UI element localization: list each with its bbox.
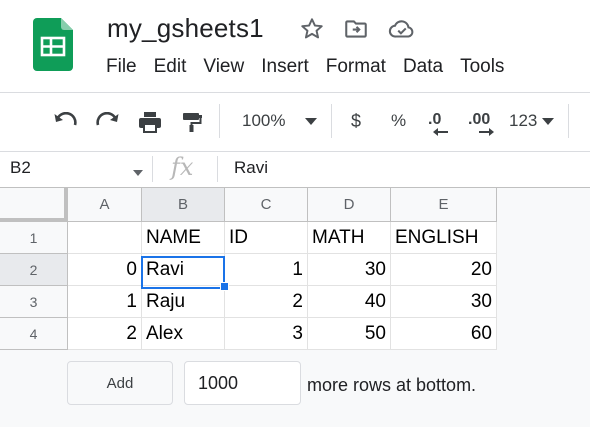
cell-d2[interactable]: 30 [308,254,391,286]
row-header-2[interactable]: 2 [0,254,68,286]
row-header-3[interactable]: 3 [0,286,68,318]
cell-a2[interactable]: 0 [68,254,142,286]
menu-data[interactable]: Data [403,56,443,78]
cell-d1[interactable]: MATH [308,222,391,254]
toolbar-divider [331,104,332,138]
cell-d4[interactable]: 50 [308,318,391,350]
menu-tools[interactable]: Tools [460,56,504,78]
fx-icon: fx [171,153,194,181]
cloud-saved-icon[interactable] [388,15,416,43]
rows-count-input[interactable] [184,361,301,405]
redo-icon[interactable] [93,108,121,136]
toolbar-divider [219,104,220,138]
zoom-select[interactable]: 100% [242,111,285,131]
row-header-1[interactable]: 1 [0,222,68,254]
more-formats-dropdown-icon[interactable] [540,108,556,136]
menu-format[interactable]: Format [326,56,386,78]
add-rows-button[interactable]: Add [67,361,173,405]
cell-c2[interactable]: 1 [225,254,308,286]
name-box-dropdown-icon[interactable] [133,164,143,182]
formula-divider [152,156,153,182]
cell-e2[interactable]: 20 [391,254,497,286]
menu-bar: File Edit View Insert Format Data Tools [106,56,521,78]
column-header-b[interactable]: B [142,188,225,222]
move-to-folder-icon[interactable] [342,15,370,43]
cell-c1[interactable]: ID [225,222,308,254]
arrow-left-icon [431,126,451,138]
document-title[interactable]: my_gsheets1 [107,13,264,44]
cell-a4[interactable]: 2 [68,318,142,350]
paint-format-icon[interactable] [178,108,206,136]
cell-e3[interactable]: 30 [391,286,497,318]
toolbar-bottom-divider [0,151,590,152]
cell-b4[interactable]: Alex [142,318,225,350]
menu-file[interactable]: File [106,56,137,78]
cell-b1[interactable]: NAME [142,222,225,254]
column-header-e[interactable]: E [391,188,497,222]
menu-insert[interactable]: Insert [261,56,309,78]
name-box[interactable]: B2 [10,158,31,178]
cell-b2[interactable]: Ravi [142,254,225,286]
select-all-corner[interactable] [0,188,68,222]
cell-c3[interactable]: 2 [225,286,308,318]
print-icon[interactable] [136,108,164,136]
cell-c4[interactable]: 3 [225,318,308,350]
more-rows-label: more rows at bottom. [307,375,477,395]
cell-a3[interactable]: 1 [68,286,142,318]
zoom-dropdown-icon[interactable] [302,108,320,136]
percent-format-button[interactable]: % [391,111,406,131]
column-header-c[interactable]: C [225,188,308,222]
column-header-a[interactable]: A [68,188,142,222]
google-sheets-logo-icon[interactable] [33,18,73,71]
fill-handle[interactable] [220,282,229,291]
menu-edit[interactable]: Edit [154,56,187,78]
cell-b3[interactable]: Raju [142,286,225,318]
more-formats-button[interactable]: 123 [509,111,537,131]
cell-e1[interactable]: ENGLISH [391,222,497,254]
cell-a1[interactable] [68,222,142,254]
cell-e4[interactable]: 60 [391,318,497,350]
menu-view[interactable]: View [203,56,244,78]
undo-icon[interactable] [52,108,80,136]
row-header-4[interactable]: 4 [0,318,68,350]
cell-d3[interactable]: 40 [308,286,391,318]
arrow-right-icon [476,126,496,138]
formula-input[interactable]: Ravi [234,158,268,178]
toolbar-top-divider [0,92,590,93]
formula-divider [217,156,218,182]
toolbar-divider [568,104,569,138]
star-icon[interactable] [298,15,326,43]
currency-format-button[interactable]: $ [351,111,361,132]
column-header-d[interactable]: D [308,188,391,222]
